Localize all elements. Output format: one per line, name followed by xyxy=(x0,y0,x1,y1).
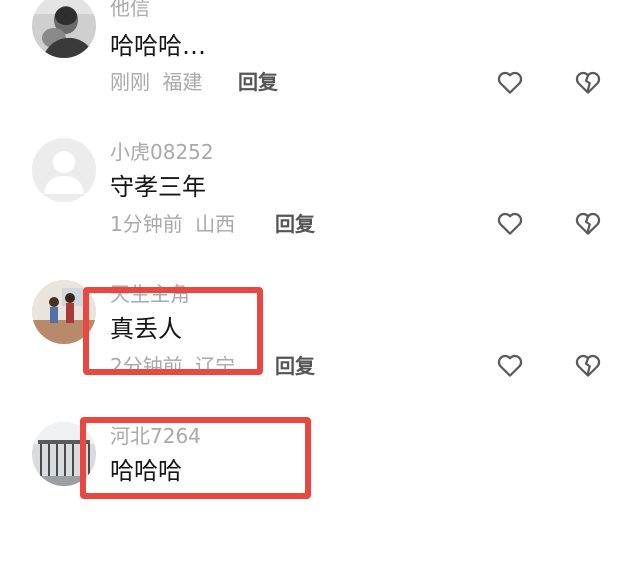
heart-outline-icon xyxy=(497,71,523,94)
broken-heart-icon xyxy=(575,71,601,94)
comment-location: 辽宁 xyxy=(195,354,236,378)
dislike-button[interactable] xyxy=(573,67,603,97)
avatar[interactable] xyxy=(32,0,96,58)
comment-meta: 2分钟前 辽宁 xyxy=(110,356,235,376)
comment-text: 真丢人 xyxy=(110,315,182,343)
comment-text: 哈哈哈 xyxy=(110,457,182,485)
dislike-button[interactable] xyxy=(573,350,603,380)
username[interactable]: 河北7264 xyxy=(110,426,201,446)
reply-button[interactable]: 回复 xyxy=(238,72,278,92)
avatar[interactable] xyxy=(32,138,96,202)
username[interactable]: 他信 xyxy=(110,0,150,18)
comment-time: 1分钟前 xyxy=(110,212,183,236)
broken-heart-icon xyxy=(575,212,601,235)
like-button[interactable] xyxy=(495,67,525,97)
man-holding-baby-avatar-icon xyxy=(32,0,96,58)
like-button[interactable] xyxy=(495,208,525,238)
like-button[interactable] xyxy=(495,350,525,380)
comment-time: 刚刚 xyxy=(110,70,150,94)
comment-item: 小虎08252 守孝三年 1分钟前 山西 回复 xyxy=(0,138,636,278)
default-user-avatar-icon xyxy=(32,138,96,202)
reply-button[interactable]: 回复 xyxy=(275,356,315,376)
cartoon-couple-avatar-icon xyxy=(32,280,96,344)
avatar[interactable] xyxy=(32,422,96,486)
gate-photo-avatar-icon xyxy=(32,422,96,486)
comment-location: 福建 xyxy=(162,70,203,94)
comment-meta: 1分钟前 山西 xyxy=(110,214,235,234)
comment-time: 2分钟前 xyxy=(110,354,183,378)
heart-outline-icon xyxy=(497,212,523,235)
username[interactable]: 天生主角 xyxy=(110,284,190,304)
comment-meta: 刚刚 福建 xyxy=(110,72,202,92)
username[interactable]: 小虎08252 xyxy=(110,142,214,162)
broken-heart-icon xyxy=(575,354,601,377)
avatar[interactable] xyxy=(32,280,96,344)
dislike-button[interactable] xyxy=(573,208,603,238)
heart-outline-icon xyxy=(497,354,523,377)
comment-item: 天生主角 真丢人 2分钟前 辽宁 回复 xyxy=(0,280,636,420)
comment-text: 哈哈哈… xyxy=(110,32,206,60)
reply-button[interactable]: 回复 xyxy=(275,214,315,234)
comment-item: 他信 哈哈哈… 刚刚 福建 回复 xyxy=(0,0,636,140)
comment-text: 守孝三年 xyxy=(110,173,206,201)
comment-item: 河北7264 哈哈哈 xyxy=(0,422,636,562)
comment-location: 山西 xyxy=(195,212,236,236)
